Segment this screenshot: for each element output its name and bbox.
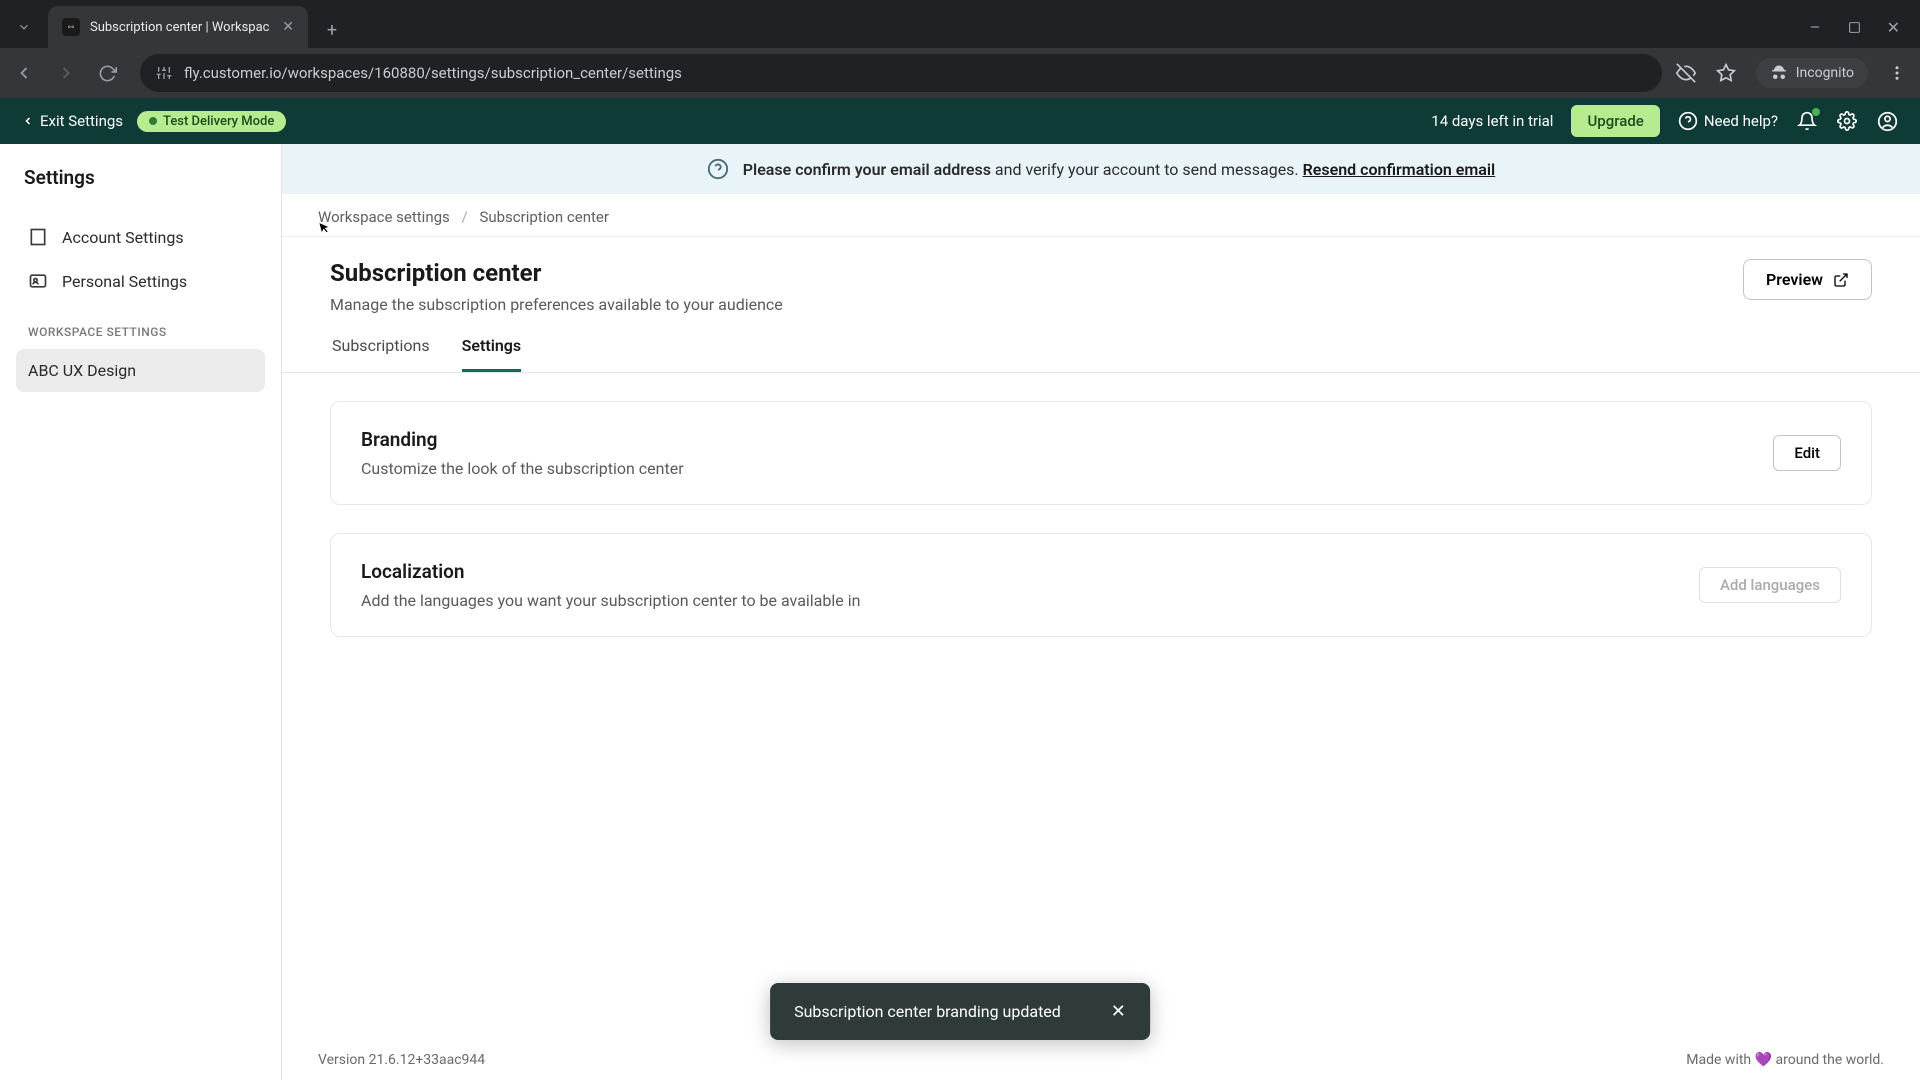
breadcrumb: Workspace settings / Subscription center bbox=[282, 194, 1920, 237]
delivery-mode-badge[interactable]: Test Delivery Mode bbox=[137, 111, 286, 132]
sidebar-item-personal-settings[interactable]: Personal Settings bbox=[16, 259, 265, 303]
settings-gear-button[interactable] bbox=[1836, 110, 1858, 132]
bookmark-star-icon[interactable] bbox=[1716, 63, 1736, 83]
sidebar-item-label: Personal Settings bbox=[62, 272, 187, 291]
breadcrumb-parent[interactable]: Workspace settings bbox=[318, 208, 450, 226]
help-circle-icon bbox=[1678, 111, 1698, 131]
eye-off-icon[interactable] bbox=[1676, 63, 1696, 83]
page-subtitle: Manage the subscription preferences avai… bbox=[330, 295, 783, 314]
incognito-badge[interactable]: Incognito bbox=[1756, 58, 1868, 88]
status-dot-icon bbox=[149, 117, 157, 125]
add-languages-button[interactable]: Add languages bbox=[1699, 567, 1841, 603]
preview-label: Preview bbox=[1766, 270, 1823, 289]
sidebar-item-label: ABC UX Design bbox=[28, 361, 136, 380]
chevron-left-icon bbox=[22, 115, 34, 127]
version-text: Version 21.6.12+33aac944 bbox=[318, 1052, 485, 1068]
reload-icon[interactable] bbox=[98, 64, 126, 83]
delivery-mode-label: Test Delivery Mode bbox=[163, 114, 274, 129]
tab-subscriptions[interactable]: Subscriptions bbox=[332, 336, 430, 372]
notifications-button[interactable] bbox=[1796, 110, 1818, 132]
upgrade-button[interactable]: Upgrade bbox=[1571, 105, 1659, 137]
notification-dot-icon bbox=[1812, 108, 1820, 116]
tabs: Subscriptions Settings bbox=[282, 314, 1920, 373]
incognito-icon bbox=[1770, 64, 1788, 82]
branding-card: Branding Customize the look of the subsc… bbox=[330, 401, 1872, 505]
heart-icon: 💜 bbox=[1755, 1052, 1772, 1068]
edit-branding-button[interactable]: Edit bbox=[1773, 435, 1841, 471]
back-icon[interactable] bbox=[14, 63, 42, 83]
need-help-link[interactable]: Need help? bbox=[1678, 111, 1778, 131]
browser-toolbar: fly.customer.io/workspaces/160880/settin… bbox=[0, 48, 1920, 98]
sidebar-item-workspace[interactable]: ABC UX Design bbox=[16, 349, 265, 392]
confirm-email-banner: Please confirm your email address and ve… bbox=[282, 144, 1920, 194]
exit-settings-link[interactable]: Exit Settings bbox=[22, 112, 123, 130]
footer: Version 21.6.12+33aac944 Made with 💜 aro… bbox=[282, 1042, 1920, 1080]
site-settings-icon[interactable] bbox=[156, 65, 172, 81]
sidebar-item-account-settings[interactable]: Account Settings bbox=[16, 215, 265, 259]
app-topbar: Exit Settings Test Delivery Mode 14 days… bbox=[0, 98, 1920, 144]
made-with-text: Made with 💜 around the world. bbox=[1686, 1052, 1884, 1068]
building-icon bbox=[28, 227, 48, 247]
banner-rest-text: and verify your account to send messages… bbox=[991, 160, 1303, 179]
branding-title: Branding bbox=[361, 428, 684, 451]
page-title: Subscription center bbox=[330, 259, 783, 287]
id-card-icon bbox=[28, 271, 48, 291]
minimize-icon[interactable] bbox=[1808, 20, 1822, 34]
forward-icon[interactable] bbox=[56, 63, 84, 83]
profile-button[interactable] bbox=[1876, 110, 1898, 132]
close-tab-icon[interactable]: ✕ bbox=[282, 19, 294, 35]
preview-button[interactable]: Preview bbox=[1743, 259, 1872, 300]
incognito-label: Incognito bbox=[1796, 65, 1854, 81]
toast-notification: Subscription center branding updated ✕ bbox=[770, 983, 1150, 1040]
toast-message: Subscription center branding updated bbox=[794, 1002, 1061, 1021]
close-window-icon[interactable]: ✕ bbox=[1887, 18, 1900, 37]
breadcrumb-current: Subscription center bbox=[479, 208, 609, 226]
exit-settings-label: Exit Settings bbox=[40, 112, 123, 130]
page-header: Subscription center Manage the subscript… bbox=[282, 237, 1920, 314]
browser-menu-icon[interactable] bbox=[1888, 64, 1906, 82]
maximize-icon[interactable] bbox=[1848, 21, 1861, 34]
favicon-icon: ◦◦ bbox=[62, 18, 80, 36]
url-text: fly.customer.io/workspaces/160880/settin… bbox=[184, 64, 1646, 82]
address-bar[interactable]: fly.customer.io/workspaces/160880/settin… bbox=[140, 54, 1662, 92]
sidebar-item-label: Account Settings bbox=[62, 228, 184, 247]
banner-strong-text: Please confirm your email address bbox=[743, 160, 991, 179]
window-controls: ✕ bbox=[1808, 6, 1920, 48]
branding-desc: Customize the look of the subscription c… bbox=[361, 459, 684, 478]
main-content: Please confirm your email address and ve… bbox=[282, 144, 1920, 1080]
sidebar-section-label: WORKSPACE SETTINGS bbox=[16, 303, 265, 349]
trial-days-text: 14 days left in trial bbox=[1431, 112, 1553, 130]
breadcrumb-separator: / bbox=[462, 208, 468, 226]
tab-title: Subscription center | Workspac bbox=[90, 20, 272, 35]
resend-confirmation-link[interactable]: Resend confirmation email bbox=[1303, 160, 1496, 179]
toast-close-icon[interactable]: ✕ bbox=[1111, 1001, 1126, 1022]
tab-search-dropdown[interactable] bbox=[0, 6, 48, 48]
tab-settings[interactable]: Settings bbox=[462, 336, 522, 372]
localization-desc: Add the languages you want your subscrip… bbox=[361, 591, 860, 610]
browser-tab[interactable]: ◦◦ Subscription center | Workspac ✕ bbox=[48, 6, 308, 48]
gear-icon bbox=[1837, 111, 1857, 131]
help-circle-icon bbox=[707, 158, 729, 180]
need-help-label: Need help? bbox=[1704, 112, 1778, 130]
localization-card: Localization Add the languages you want … bbox=[330, 533, 1872, 637]
localization-title: Localization bbox=[361, 560, 860, 583]
user-circle-icon bbox=[1877, 111, 1898, 132]
browser-tab-strip: ◦◦ Subscription center | Workspac ✕ + ✕ bbox=[0, 0, 1920, 48]
settings-sidebar: Settings Account Settings Personal Setti… bbox=[0, 144, 282, 1080]
banner-text: Please confirm your email address and ve… bbox=[743, 160, 1495, 179]
sidebar-title: Settings bbox=[16, 166, 265, 189]
external-link-icon bbox=[1833, 272, 1849, 288]
new-tab-button[interactable]: + bbox=[314, 12, 350, 48]
